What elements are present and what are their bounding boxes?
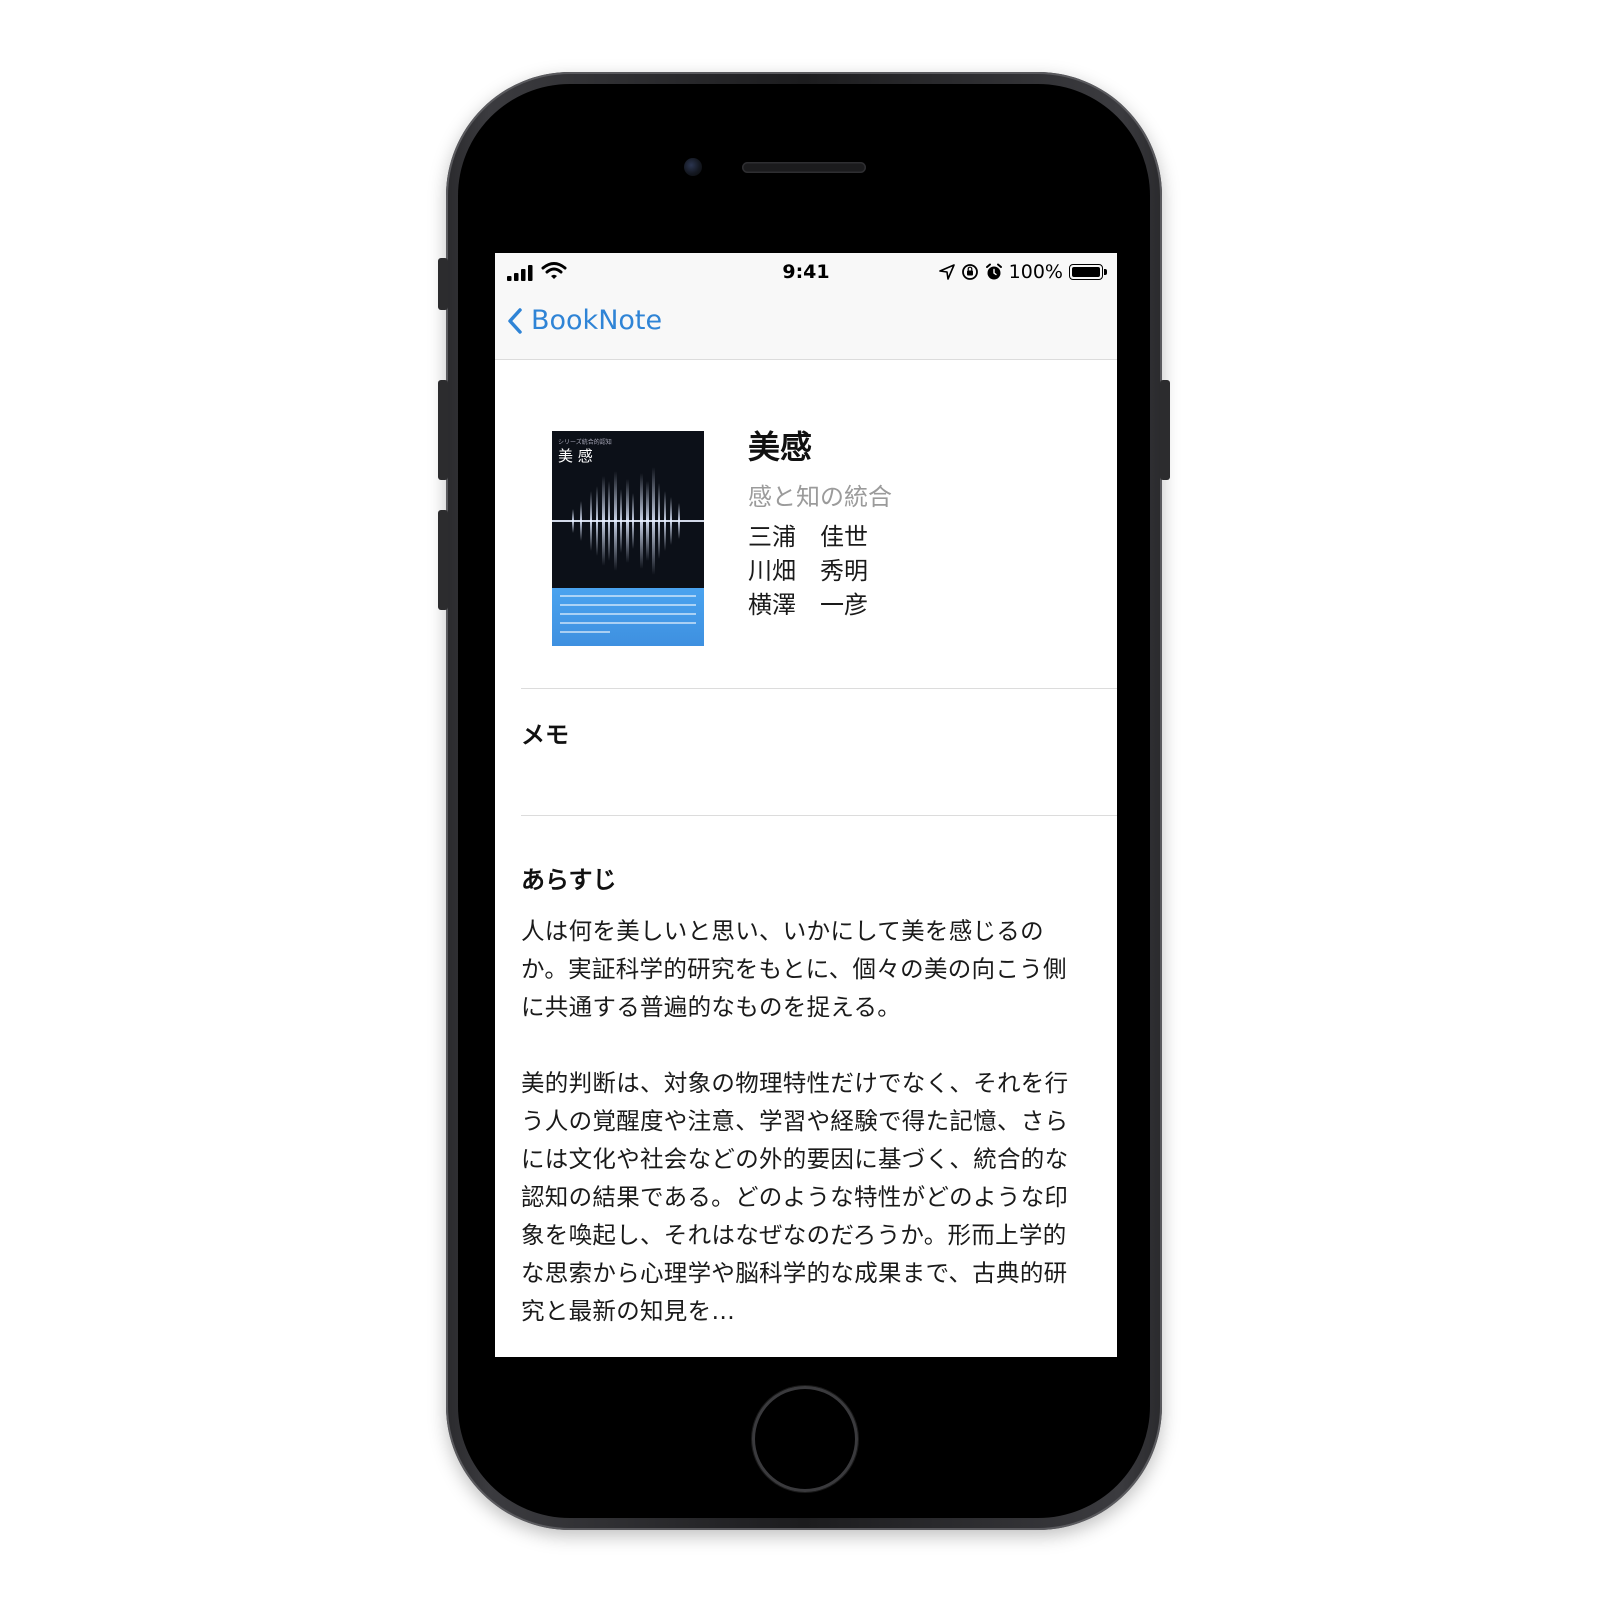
- author-name: 横澤 一彦: [748, 591, 868, 619]
- back-button[interactable]: BookNote: [507, 305, 662, 336]
- volume-up-button: [438, 380, 448, 480]
- battery-percent: 100%: [1008, 261, 1063, 283]
- author-name: 川畑 秀明: [748, 557, 868, 585]
- status-bar: 9:41 100%: [495, 253, 1117, 293]
- location-arrow-icon: [938, 264, 955, 280]
- author-list: 三浦 佳世 川畑 秀明 横澤 一彦: [748, 520, 868, 622]
- navigation-bar: BookNote: [495, 293, 1117, 360]
- book-cover-image: シリーズ統合的認知 美 感: [552, 431, 704, 646]
- volume-down-button: [438, 510, 448, 610]
- divider: [521, 688, 1117, 689]
- book-title: 美感: [748, 428, 813, 466]
- home-button[interactable]: [752, 1386, 858, 1492]
- earpiece-speaker: [742, 162, 866, 173]
- memo-heading[interactable]: メモ: [521, 715, 569, 750]
- synopsis-paragraph: 人は何を美しいと思い、いかにして美を感じるのか。実証科学的研究をもとに、個々の美…: [521, 917, 1067, 1021]
- power-button: [1160, 380, 1170, 480]
- author-name: 三浦 佳世: [748, 523, 868, 551]
- mute-switch: [438, 258, 448, 310]
- divider: [521, 815, 1117, 816]
- cover-waveform-graphic: [552, 467, 704, 575]
- rotation-lock-icon: [961, 264, 978, 280]
- cover-blurb-band: [552, 588, 704, 646]
- front-camera: [684, 158, 702, 176]
- chevron-left-icon: [508, 307, 522, 334]
- book-subtitle: 感と知の統合: [748, 483, 892, 511]
- synopsis-paragraph: 美的判断は、対象の物理特性だけでなく、それを行う人の覚醒度や注意、学習や経験で得…: [521, 1069, 1069, 1325]
- back-label: BookNote: [531, 305, 663, 336]
- screen: 9:41 100% BookNote シリーズ統合的認知 美 感 美感 感と知の…: [495, 253, 1117, 1357]
- status-right: 100%: [938, 261, 1107, 283]
- synopsis-heading: あらすじ: [521, 866, 617, 894]
- alarm-icon: [985, 263, 1002, 280]
- battery-icon: [1069, 264, 1107, 280]
